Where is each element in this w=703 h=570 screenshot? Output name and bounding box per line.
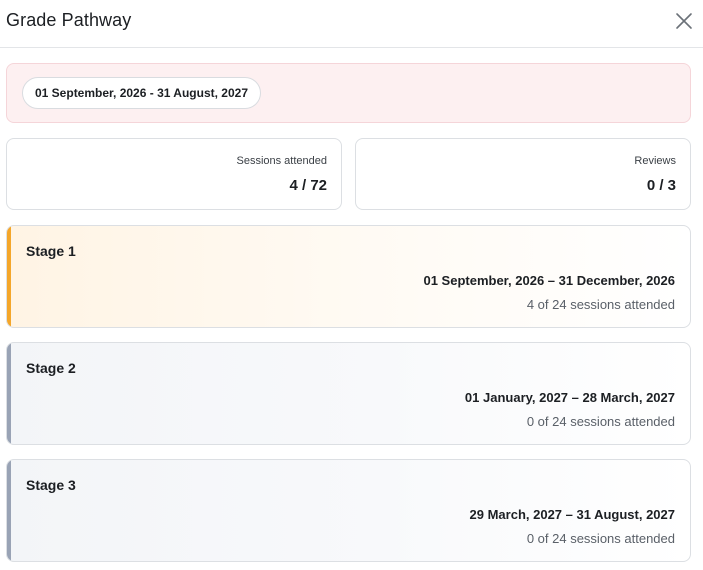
close-button[interactable]: [674, 11, 694, 31]
stat-value: 0 / 3: [646, 177, 676, 194]
reviews-card: Reviews 0 / 3: [355, 138, 691, 210]
stat-value: 4 / 72: [289, 177, 327, 194]
dialog-title: Grade Pathway: [6, 10, 132, 30]
stage-accent-bar: [7, 343, 11, 444]
stage-sessions: 0 of 24 sessions attended: [526, 414, 675, 429]
stage-accent-bar: [7, 226, 11, 327]
stage-name: Stage 1: [26, 243, 76, 259]
stage-accent-bar: [7, 460, 11, 561]
stage-card-1[interactable]: Stage 1 01 September, 2026 – 31 December…: [6, 225, 691, 328]
sessions-attended-card: Sessions attended 4 / 72: [6, 138, 342, 210]
stage-card-3[interactable]: Stage 3 29 March, 2027 – 31 August, 2027…: [6, 459, 691, 562]
stage-dates: 01 September, 2026 – 31 December, 2026: [423, 273, 675, 288]
stage-name: Stage 2: [26, 360, 76, 376]
dialog-header: Grade Pathway: [0, 0, 703, 48]
period-banner: 01 September, 2026 - 31 August, 2027: [6, 63, 691, 123]
stat-label: Sessions attended: [236, 155, 327, 167]
stat-label: Reviews: [634, 155, 676, 167]
stage-dates: 29 March, 2027 – 31 August, 2027: [469, 507, 675, 522]
stage-sessions: 4 of 24 sessions attended: [526, 297, 675, 312]
period-pill: 01 September, 2026 - 31 August, 2027: [22, 77, 261, 109]
stage-card-2[interactable]: Stage 2 01 January, 2027 – 28 March, 202…: [6, 342, 691, 445]
stage-dates: 01 January, 2027 – 28 March, 2027: [464, 390, 675, 405]
stage-name: Stage 3: [26, 477, 76, 493]
stage-sessions: 0 of 24 sessions attended: [526, 531, 675, 546]
close-icon: [676, 13, 692, 29]
